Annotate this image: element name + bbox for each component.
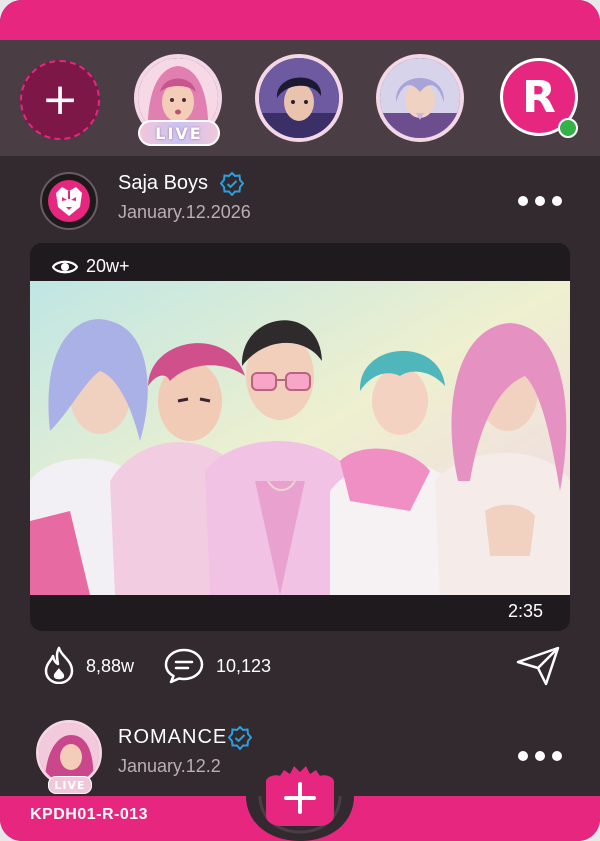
more-options-icon[interactable] bbox=[518, 750, 562, 762]
view-count: 20w+ bbox=[52, 256, 130, 277]
live-badge: LIVE bbox=[138, 120, 220, 146]
create-post-button[interactable] bbox=[246, 762, 354, 841]
romance-avatar-image bbox=[39, 723, 99, 783]
comment-icon[interactable] bbox=[164, 648, 204, 684]
top-bar bbox=[0, 0, 600, 40]
lavender-hair-avatar-image bbox=[380, 58, 460, 138]
add-story-button[interactable]: + bbox=[20, 60, 100, 140]
eye-icon bbox=[52, 260, 78, 273]
story-avatar-2[interactable] bbox=[255, 54, 343, 142]
online-status-dot bbox=[558, 118, 578, 138]
card-code: KPDH01-R-013 bbox=[30, 806, 149, 823]
brand-logo-letter: R bbox=[522, 71, 556, 123]
next-post-date: January.12.2 bbox=[118, 756, 221, 776]
create-post-badge-icon bbox=[246, 762, 354, 841]
tiger-logo-icon bbox=[48, 180, 90, 222]
comments-count: 10,123 bbox=[216, 656, 272, 676]
app-card: + LIVE R Saja Boys January.12.2026 20w+ … bbox=[0, 0, 600, 841]
story-avatar-3[interactable] bbox=[376, 54, 464, 142]
share-send-icon[interactable] bbox=[516, 646, 560, 686]
post-author-avatar[interactable] bbox=[40, 172, 98, 230]
video-duration: 2:35 bbox=[508, 601, 544, 621]
post-author-name[interactable]: Saja Boys bbox=[118, 172, 208, 195]
likes-count: 8,88w bbox=[86, 656, 135, 676]
plus-icon: + bbox=[41, 74, 79, 125]
verified-badge-icon bbox=[228, 726, 252, 750]
fire-icon[interactable] bbox=[42, 646, 76, 684]
dark-hair-avatar-image bbox=[259, 58, 339, 138]
group-photo-illustration bbox=[30, 281, 570, 595]
verified-badge-icon bbox=[220, 172, 244, 196]
more-options-icon[interactable] bbox=[518, 195, 562, 207]
next-post-author-name[interactable]: ROMANCE bbox=[118, 726, 227, 749]
post-date: January.12.2026 bbox=[118, 202, 251, 222]
next-post-live-badge: LIVE bbox=[48, 776, 92, 794]
post-actions: 8,88w 10,123 bbox=[40, 646, 560, 686]
view-count-text: 20w+ bbox=[86, 256, 130, 276]
post-photo[interactable] bbox=[30, 281, 570, 595]
